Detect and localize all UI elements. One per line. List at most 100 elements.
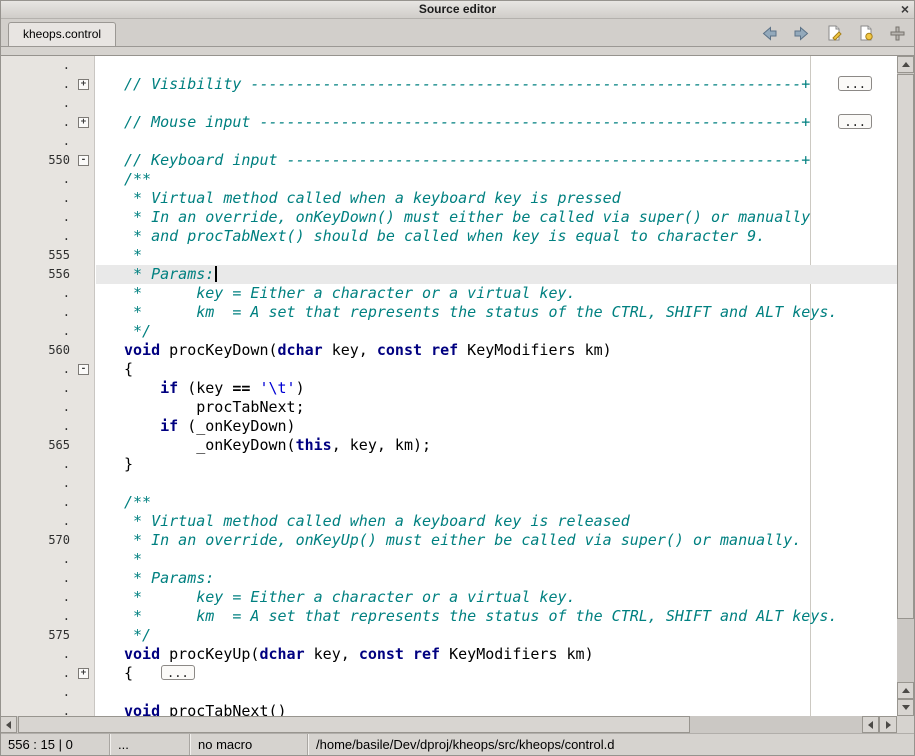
- line-number: .: [0, 56, 70, 75]
- horizontal-scroll-thumb[interactable]: [18, 716, 690, 733]
- up-arrow-icon: [902, 688, 910, 693]
- code-line[interactable]: . + {...: [0, 664, 897, 683]
- code-text: /**: [124, 170, 151, 189]
- line-number: 570: [0, 531, 70, 550]
- detach-editor-button[interactable]: [888, 24, 907, 43]
- file-path-status: /home/basile/Dev/dproj/kheops/src/kheops…: [308, 734, 915, 756]
- code-line[interactable]: ./**: [0, 493, 897, 512]
- status-extra: ...: [110, 734, 190, 756]
- titlebar[interactable]: Source editor ×: [0, 0, 915, 19]
- scroll-left-button-right[interactable]: [862, 716, 879, 733]
- code-line[interactable]: . * key = Either a character or a virtua…: [0, 284, 897, 303]
- code-line[interactable]: . * Params:: [0, 569, 897, 588]
- vertical-scroll-thumb[interactable]: [897, 74, 914, 619]
- code-line[interactable]: .: [0, 94, 897, 113]
- code-line[interactable]: 560void procKeyDown(dchar key, const ref…: [0, 341, 897, 360]
- collapsed-fold-ellipsis[interactable]: ...: [838, 114, 872, 129]
- go-forward-button[interactable]: [792, 24, 811, 43]
- line-number: 565: [0, 436, 70, 455]
- code-line[interactable]: .void procTabNext(): [0, 702, 897, 716]
- code-line[interactable]: . /**: [0, 170, 897, 189]
- scroll-right-button[interactable]: [879, 716, 897, 733]
- code-line[interactable]: . * km = A set that represents the statu…: [0, 303, 897, 322]
- go-back-button[interactable]: [760, 24, 779, 43]
- line-number: .: [0, 132, 70, 151]
- code-line[interactable]: .}: [0, 455, 897, 474]
- code-line[interactable]: .: [0, 683, 897, 702]
- line-number: .: [0, 664, 70, 683]
- scroll-down-button[interactable]: [897, 699, 914, 716]
- line-number: .: [0, 170, 70, 189]
- code-text: * Params:: [124, 265, 217, 284]
- code-text: _onKeyDown(this, key, km);: [124, 436, 431, 455]
- fold-expand-icon[interactable]: +: [78, 117, 89, 128]
- tab-kheops-control[interactable]: kheops.control: [8, 22, 116, 46]
- source-editor[interactable]: ..+// Visibility -----------------------…: [0, 56, 897, 716]
- macro-status: no macro: [190, 734, 308, 756]
- code-line[interactable]: . * Virtual method called when a keyboar…: [0, 189, 897, 208]
- horizontal-scrollbar[interactable]: [0, 716, 897, 733]
- editor-toolbar: [760, 22, 907, 44]
- code-line[interactable]: 550-// Keyboard input ------------------…: [0, 151, 897, 170]
- code-line[interactable]: 575 */: [0, 626, 897, 645]
- code-text: {: [124, 360, 133, 379]
- line-number: .: [0, 379, 70, 398]
- document-pencil-icon: [826, 25, 842, 41]
- code-line[interactable]: .+// Mouse input -----------------------…: [0, 113, 897, 132]
- collapsed-fold-ellipsis[interactable]: ...: [161, 665, 195, 680]
- add-document-button[interactable]: [856, 24, 875, 43]
- code-line[interactable]: . * km = A set that represents the statu…: [0, 607, 897, 626]
- code-text: *: [124, 246, 142, 265]
- line-number: .: [0, 94, 70, 113]
- close-button[interactable]: ×: [901, 0, 909, 18]
- code-text: /**: [124, 493, 151, 512]
- code-text: */: [124, 626, 151, 645]
- code-text: * km = A set that represents the status …: [124, 607, 837, 626]
- window-title: Source editor: [0, 0, 915, 18]
- line-number: .: [0, 702, 70, 716]
- edit-document-button[interactable]: [824, 24, 843, 43]
- code-line[interactable]: . if (key == '\t'): [0, 379, 897, 398]
- code-line[interactable]: . * Virtual method called when a keyboar…: [0, 512, 897, 531]
- code-line[interactable]: . *: [0, 550, 897, 569]
- code-text: // Keyboard input ----------------------…: [124, 151, 810, 170]
- code-line[interactable]: .: [0, 132, 897, 151]
- fold-collapse-icon[interactable]: -: [78, 364, 89, 375]
- scroll-up-button-bottom[interactable]: [897, 682, 914, 699]
- line-number: .: [0, 417, 70, 436]
- code-line[interactable]: 570 * In an override, onKeyUp() must eit…: [0, 531, 897, 550]
- code-line[interactable]: .: [0, 56, 897, 75]
- code-line[interactable]: 555 *: [0, 246, 897, 265]
- code-line[interactable]: . procTabNext;: [0, 398, 897, 417]
- code-line[interactable]: . * In an override, onKeyDown() must eit…: [0, 208, 897, 227]
- detach-cross-icon: [890, 26, 905, 41]
- code-line[interactable]: . */: [0, 322, 897, 341]
- scroll-up-button[interactable]: [897, 56, 914, 73]
- line-number: .: [0, 322, 70, 341]
- line-number: .: [0, 398, 70, 417]
- scroll-left-button[interactable]: [0, 716, 17, 733]
- code-line[interactable]: .void procKeyUp(dchar key, const ref Key…: [0, 645, 897, 664]
- code-line[interactable]: 565 _onKeyDown(this, key, km);: [0, 436, 897, 455]
- fold-expand-icon[interactable]: +: [78, 668, 89, 679]
- code-line[interactable]: .-{: [0, 360, 897, 379]
- code-text: * km = A set that represents the status …: [124, 303, 837, 322]
- code-line[interactable]: .: [0, 474, 897, 493]
- fold-collapse-icon[interactable]: -: [78, 155, 89, 166]
- line-number: .: [0, 607, 70, 626]
- line-number: .: [0, 303, 70, 322]
- line-number: .: [0, 474, 70, 493]
- code-text: {...: [124, 664, 195, 683]
- code-line[interactable]: 556 * Params:: [0, 265, 897, 284]
- line-number: .: [0, 189, 70, 208]
- code-line[interactable]: . if (_onKeyDown): [0, 417, 897, 436]
- fold-expand-icon[interactable]: +: [78, 79, 89, 90]
- collapsed-fold-ellipsis[interactable]: ...: [838, 76, 872, 91]
- code-line[interactable]: . * key = Either a character or a virtua…: [0, 588, 897, 607]
- code-line[interactable]: .+// Visibility ------------------------…: [0, 75, 897, 94]
- line-number: .: [0, 227, 70, 246]
- code-line[interactable]: . * and procTabNext() should be called w…: [0, 227, 897, 246]
- code-text: void procKeyUp(dchar key, const ref KeyM…: [124, 645, 594, 664]
- forward-arrow-icon: [793, 26, 810, 41]
- vertical-scrollbar[interactable]: [897, 56, 914, 716]
